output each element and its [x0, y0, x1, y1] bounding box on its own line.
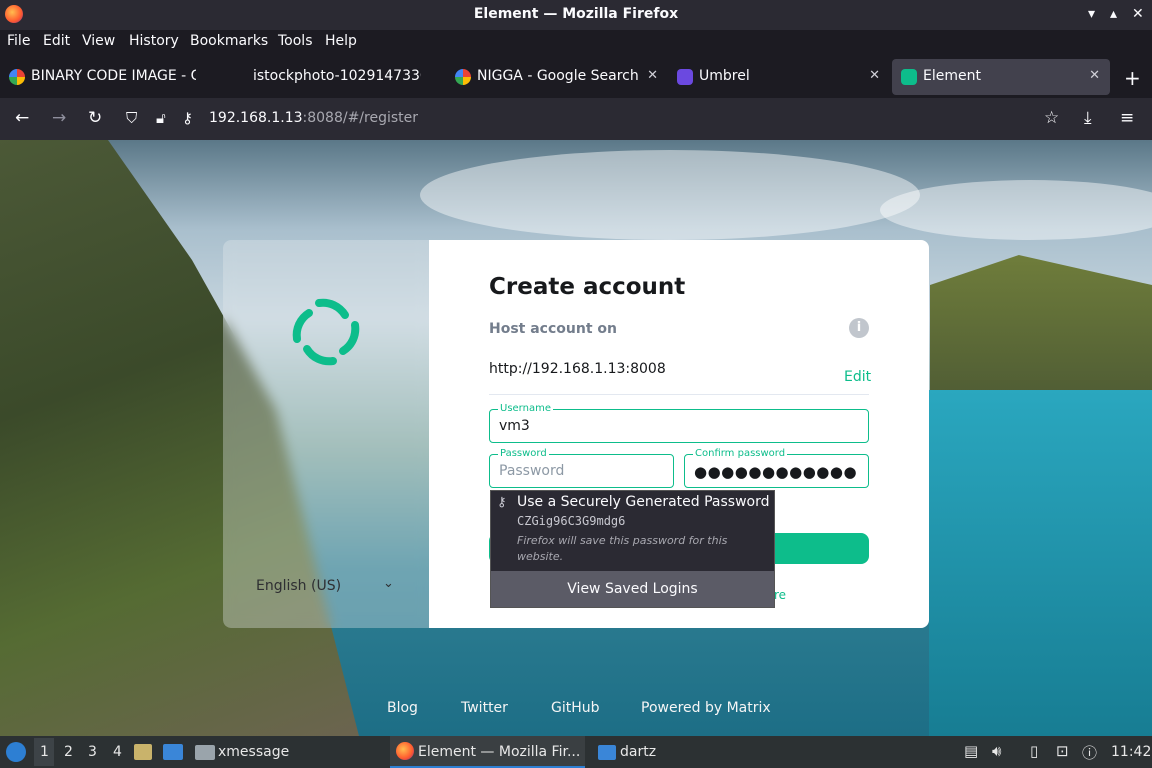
- divider: [489, 394, 869, 395]
- taskbar-app-dartz[interactable]: dartz: [620, 744, 656, 760]
- reload-icon[interactable]: ↻: [88, 108, 102, 128]
- footer-link-matrix[interactable]: Powered by Matrix: [641, 700, 771, 716]
- google-icon: [455, 69, 471, 85]
- confirm-password-field[interactable]: ●●●●●●●●●●●●: [684, 454, 869, 488]
- network-icon[interactable]: ⊡: [1056, 742, 1069, 760]
- url-bar[interactable]: 192.168.1.13:8088/#/register: [209, 110, 418, 126]
- maximize-icon[interactable]: ▴: [1110, 6, 1117, 22]
- background-lake: [929, 390, 1152, 736]
- xmessage-icon: [195, 745, 215, 760]
- desktop-icon[interactable]: [163, 744, 183, 760]
- forward-icon[interactable]: →: [52, 108, 66, 128]
- firefox-logo-icon: [396, 742, 414, 760]
- workspace-3[interactable]: 3: [88, 744, 97, 760]
- page-content: English (US) ⌄ Create account Host accou…: [0, 140, 1152, 736]
- clock: 11:42: [1111, 744, 1152, 760]
- minimize-icon[interactable]: ▾: [1088, 6, 1095, 22]
- tab-google-search[interactable]: NIGGA - Google Search ✕: [446, 59, 668, 95]
- footer-link-blog[interactable]: Blog: [387, 700, 418, 716]
- clipboard-icon[interactable]: ▯: [1030, 742, 1038, 760]
- sign-in-link[interactable]: re: [774, 588, 786, 602]
- menu-help[interactable]: Help: [325, 33, 357, 49]
- chevron-down-icon[interactable]: ⌄: [383, 576, 394, 591]
- google-icon: [9, 69, 25, 85]
- confirm-password-value: ●●●●●●●●●●●●: [694, 463, 858, 481]
- downloads-icon[interactable]: ⤓: [1084, 108, 1092, 128]
- navigation-bar: ← → ↻ ⛉ 🔓︎ ⚷ 192.168.1.13:8088/#/registe…: [0, 98, 1152, 140]
- new-tab-icon[interactable]: +: [1124, 66, 1141, 90]
- password-generator-popup[interactable]: ⚷ Use a Securely Generated Password CZGi…: [490, 490, 775, 608]
- password-field[interactable]: Password: [489, 454, 674, 488]
- umbrel-icon: [677, 69, 693, 85]
- username-label: Username: [498, 403, 553, 414]
- taskbar-app-firefox[interactable]: Element — Mozilla Fir...: [418, 744, 580, 760]
- background-cloud: [880, 180, 1152, 240]
- background-mountain-right: [930, 255, 1152, 405]
- username-value: vm3: [499, 418, 530, 434]
- tray-updates-icon[interactable]: ▤: [964, 742, 978, 760]
- menu-edit[interactable]: Edit: [43, 33, 70, 49]
- element-logo-icon: [292, 298, 360, 366]
- key-icon: ⚷: [497, 495, 507, 510]
- menu-history[interactable]: History: [129, 33, 179, 49]
- host-label: Host account on: [489, 321, 617, 337]
- key-icon[interactable]: ⚷: [182, 109, 193, 127]
- notification-icon[interactable]: ⓘ: [1082, 742, 1097, 763]
- host-value: http://192.168.1.13:8008: [489, 361, 666, 377]
- language-selector[interactable]: English (US): [256, 578, 341, 594]
- page-title: Create account: [489, 274, 686, 300]
- tab-umbrel[interactable]: Umbrel ✕: [668, 59, 890, 95]
- insecure-lock-icon[interactable]: 🔓︎: [156, 109, 166, 127]
- workspace-1[interactable]: 1: [40, 744, 49, 760]
- confirm-password-label: Confirm password: [693, 448, 788, 459]
- tab-bar: BINARY CODE IMAGE - G istockphoto-102914…: [0, 56, 1152, 98]
- close-icon[interactable]: ✕: [1132, 6, 1144, 22]
- tab-element[interactable]: Element ✕: [892, 59, 1110, 95]
- username-field[interactable]: vm3: [489, 409, 869, 443]
- workspace-4[interactable]: 4: [113, 744, 122, 760]
- menu-tools[interactable]: Tools: [278, 33, 313, 49]
- back-icon[interactable]: ←: [15, 108, 29, 128]
- start-menu-icon[interactable]: [6, 742, 26, 762]
- folder-icon: [598, 745, 616, 760]
- menu-file[interactable]: File: [7, 33, 30, 49]
- taskbar-app-xmessage[interactable]: xmessage: [218, 744, 289, 760]
- file-manager-icon[interactable]: [134, 744, 152, 760]
- save-note: Firefox will save this password for this…: [517, 534, 728, 563]
- generated-password: CZGig96C3G9mdg6: [517, 514, 626, 528]
- volume-icon[interactable]: 🔊︎: [992, 742, 1001, 760]
- background-cloud: [420, 150, 920, 240]
- menu-view[interactable]: View: [82, 33, 115, 49]
- generate-password-title[interactable]: Use a Securely Generated Password: [517, 494, 770, 510]
- password-label: Password: [498, 448, 549, 459]
- tab-close-icon[interactable]: ✕: [869, 68, 880, 83]
- view-saved-logins-button[interactable]: View Saved Logins: [491, 571, 774, 607]
- bookmark-star-icon[interactable]: ☆: [1044, 108, 1059, 128]
- workspace-2[interactable]: 2: [64, 744, 73, 760]
- tab-close-icon[interactable]: ✕: [1089, 68, 1100, 83]
- tab-close-icon[interactable]: ✕: [647, 68, 658, 83]
- app-menu-icon[interactable]: ≡: [1120, 108, 1134, 128]
- password-placeholder: Password: [499, 463, 565, 479]
- window-title: Element — Mozilla Firefox: [473, 6, 679, 22]
- edit-host-link[interactable]: Edit: [844, 369, 871, 385]
- tab-istockphoto[interactable]: istockphoto-1029147330: [222, 59, 444, 95]
- menu-bar: File Edit View History Bookmarks Tools H…: [0, 30, 1152, 56]
- taskbar: 1 2 3 4 xmessage Element — Mozilla Fir..…: [0, 736, 1152, 768]
- dialog-logo-panel: English (US) ⌄: [223, 240, 429, 628]
- window-title-bar: Element — Mozilla Firefox ▾ ▴ ✕: [0, 0, 1152, 30]
- menu-bookmarks[interactable]: Bookmarks: [190, 33, 268, 49]
- element-icon: [901, 69, 917, 85]
- info-icon[interactable]: i: [849, 318, 869, 338]
- shield-icon[interactable]: ⛉: [126, 109, 137, 127]
- footer-link-twitter[interactable]: Twitter: [461, 700, 508, 716]
- tab-binary-code[interactable]: BINARY CODE IMAGE - G: [0, 59, 222, 95]
- footer-link-github[interactable]: GitHub: [551, 700, 600, 716]
